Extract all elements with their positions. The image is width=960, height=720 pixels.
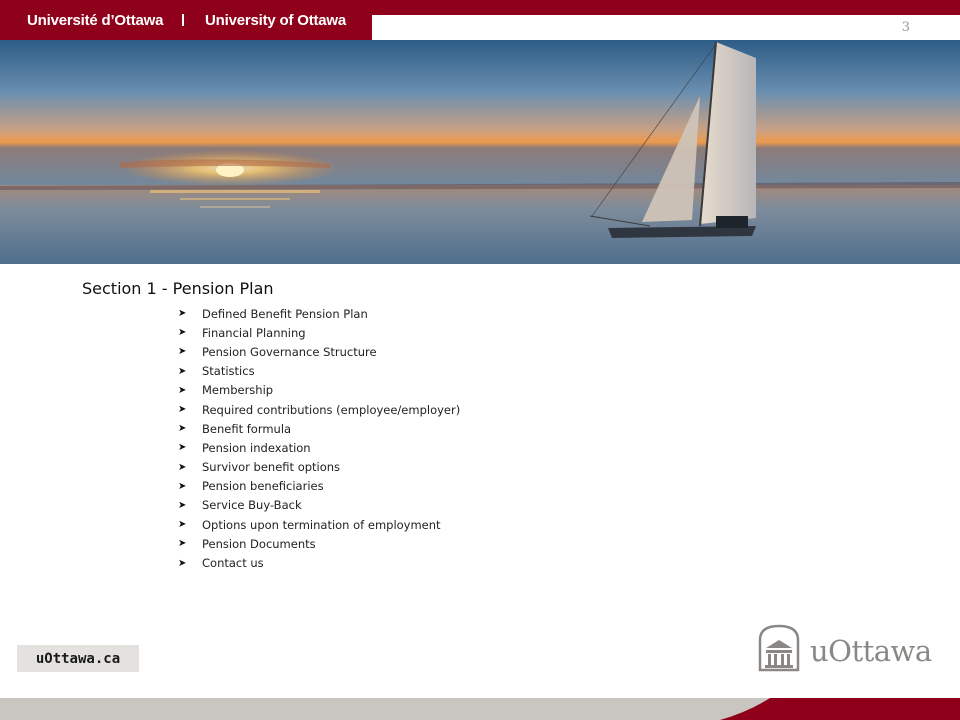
toc-item-label: Pension indexation — [202, 440, 311, 455]
arrow-bullet-icon: ➤ — [178, 384, 187, 396]
header-separator — [182, 14, 184, 26]
toc-item: ➤ Defined Benefit Pension Plan — [178, 304, 460, 323]
toc-item: ➤ Options upon termination of employment — [178, 515, 460, 534]
header-white-strip — [372, 15, 960, 40]
toc-item-label: Benefit formula — [202, 421, 292, 436]
arrow-bullet-icon: ➤ — [178, 346, 187, 358]
arrow-bullet-icon: ➤ — [178, 442, 187, 454]
arrow-bullet-icon: ➤ — [178, 461, 187, 473]
toc-item-label: Survivor benefit options — [202, 460, 341, 475]
toc-item-label: Options upon termination of employment — [202, 517, 441, 532]
toc-list: ➤ Defined Benefit Pension Plan ➤ Financial… — [178, 304, 460, 573]
banner-image — [0, 40, 960, 264]
toc-item-label: Pension Documents — [202, 536, 316, 551]
arrow-bullet-icon: ➤ — [178, 308, 187, 320]
arrow-bullet-icon: ➤ — [178, 538, 187, 550]
arrow-bullet-icon: ➤ — [178, 365, 187, 377]
toc-item: ➤ Membership — [178, 381, 460, 400]
uottawa-logo: uOttawa — [756, 622, 946, 674]
arrow-bullet-icon: ➤ — [178, 480, 187, 492]
page-number: 3 — [901, 20, 910, 35]
footer-band — [0, 698, 960, 720]
website-url-badge[interactable]: uOttawa.ca — [17, 645, 139, 672]
toc-item-label: Required contributions (employee/employe… — [202, 402, 461, 417]
toc-item: ➤ Pension beneficiaries — [178, 477, 460, 496]
toc-item: ➤ Required contributions (employee/employ… — [178, 400, 460, 419]
toc-item-label: Membership — [202, 383, 274, 398]
toc-item: ➤ Pension indexation — [178, 438, 460, 457]
toc-item: ➤ Survivor benefit options — [178, 458, 460, 477]
toc-item-label: Service Buy-Back — [202, 498, 302, 513]
arrow-bullet-icon: ➤ — [178, 327, 187, 339]
toc-item: ➤ Benefit formula — [178, 419, 460, 438]
toc-item: ➤ Statistics — [178, 362, 460, 381]
arrow-bullet-icon: ➤ — [178, 557, 187, 569]
arrow-bullet-icon: ➤ — [178, 519, 187, 531]
arrow-bullet-icon: ➤ — [178, 499, 187, 511]
toc-item: ➤ Pension Documents — [178, 534, 460, 553]
toc-item: ➤ Contact us — [178, 553, 460, 572]
toc-item: ➤ Service Buy-Back — [178, 496, 460, 515]
toc-item-label: Statistics — [202, 364, 255, 379]
toc-item-label: Pension Governance Structure — [202, 344, 377, 359]
arrow-bullet-icon: ➤ — [178, 404, 187, 416]
uottawa-wordmark: uOttawa — [810, 634, 932, 668]
university-name-fr: Université d’Ottawa — [27, 12, 164, 29]
toc-item-label: Pension beneficiaries — [202, 479, 324, 494]
arrow-bullet-icon: ➤ — [178, 423, 187, 435]
tabaret-hall-icon — [758, 624, 800, 672]
section-title: Section 1 - Pension Plan — [82, 279, 274, 298]
toc-item-label: Contact us — [202, 556, 264, 571]
toc-item-label: Financial Planning — [202, 325, 306, 340]
toc-item: ➤ Pension Governance Structure — [178, 342, 460, 361]
university-name-en: University of Ottawa — [205, 12, 347, 29]
toc-item: ➤ Financial Planning — [178, 323, 460, 342]
toc-item-label: Defined Benefit Pension Plan — [202, 306, 368, 321]
